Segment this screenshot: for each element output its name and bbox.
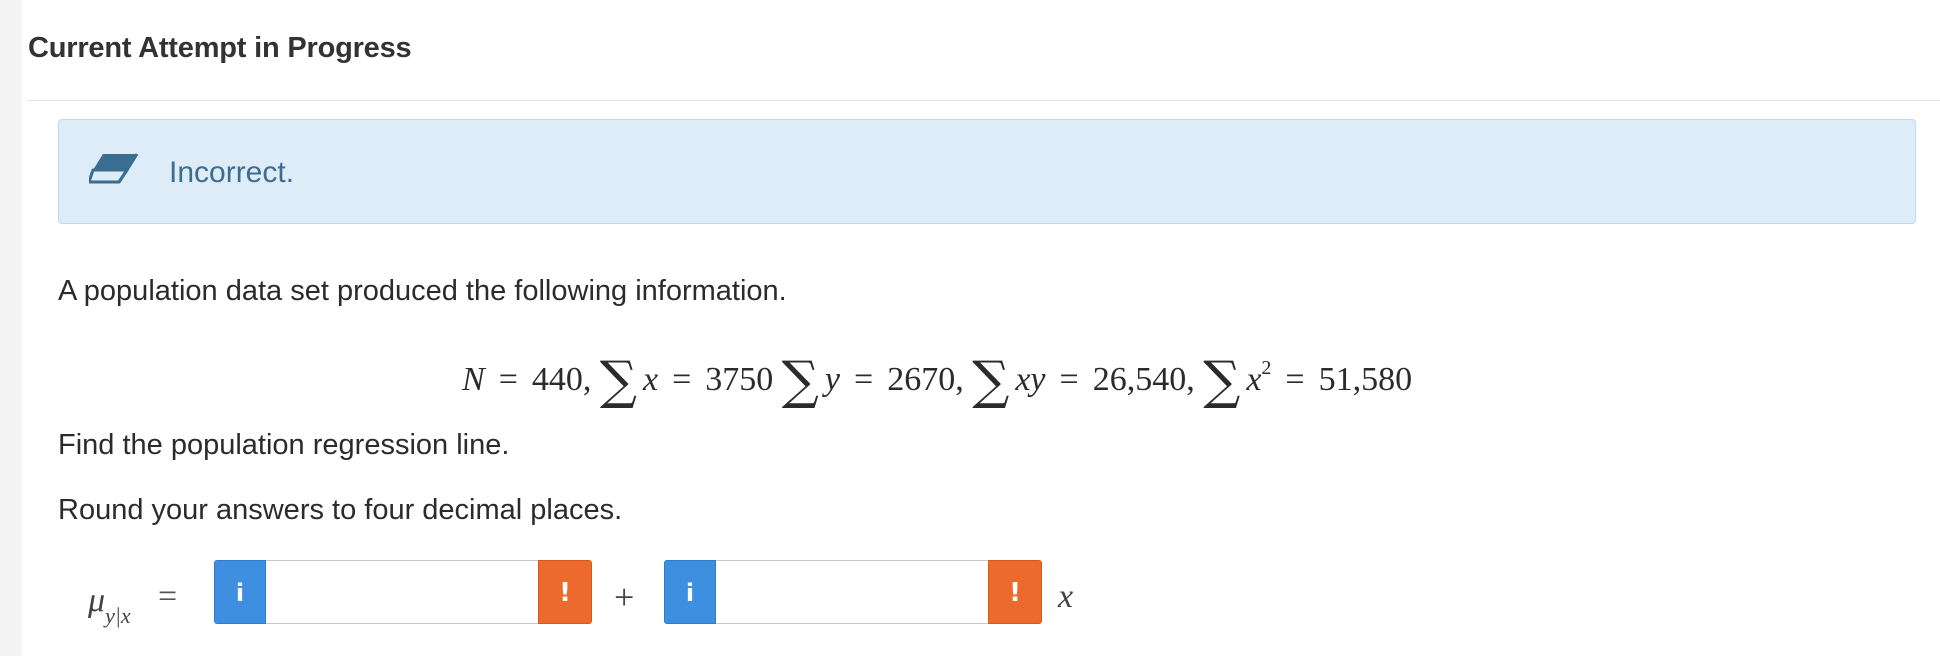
equals-sign: = [1059, 361, 1079, 398]
left-margin-strip [0, 0, 22, 656]
intercept-info-button[interactable]: i [214, 560, 266, 624]
slope-warning-button[interactable]: ! [988, 560, 1042, 624]
equals-sign: = [854, 361, 874, 398]
sigma-symbol: ∑ [781, 351, 819, 411]
header-divider [28, 100, 1940, 101]
question-page: Current Attempt in Progress Incorrect. A… [28, 0, 1940, 656]
rounding-instruction: Round your answers to four decimal place… [58, 494, 623, 526]
regression-answer-row: μy|x = i ! + i ! x [58, 560, 1158, 628]
question-intro: A population data set produced the follo… [58, 275, 787, 307]
sum-y-value: 2670, [887, 361, 964, 398]
attempt-header: Current Attempt in Progress [28, 32, 412, 64]
summary-statistics-formula: N = 440, ∑ x = 3750 ∑ y = 2670, ∑ xy = 26,540, ∑ x2 =… [462, 343, 1413, 411]
sum-y-variable: y [824, 361, 840, 398]
mu-subscript: y|x [105, 602, 131, 628]
mu-y-given-x-label: μy|x [88, 582, 131, 628]
slope-info-button[interactable]: i [664, 560, 716, 624]
slope-input[interactable] [716, 560, 988, 624]
eraser-icon [89, 153, 139, 184]
sum-x2-variable: x [1246, 361, 1262, 398]
equals-sign: = [498, 361, 518, 398]
intercept-input[interactable] [266, 560, 538, 624]
sum-x-value: 3750 [705, 361, 774, 398]
intercept-warning-button[interactable]: ! [538, 560, 592, 624]
question-task: Find the population regression line. [58, 429, 510, 461]
sum-x2-exponent: 2 [1261, 356, 1272, 379]
sum-xy-value: 26,540, [1092, 361, 1195, 398]
equals-sign: = [672, 361, 692, 398]
sum-x-variable: x [643, 361, 659, 398]
feedback-status-text: Incorrect. [169, 156, 295, 189]
equals-sign: = [1285, 361, 1305, 398]
sum-x2-value: 51,580 [1318, 361, 1413, 398]
sigma-symbol: ∑ [972, 351, 1010, 411]
n-value: 440, [531, 361, 592, 398]
mu-symbol: μ [88, 582, 106, 619]
sum-xy-variable: xy [1015, 361, 1046, 398]
sigma-symbol: ∑ [1203, 351, 1241, 411]
sigma-symbol: ∑ [599, 351, 637, 411]
x-variable: x [1058, 578, 1074, 615]
feedback-alert: Incorrect. [58, 119, 1916, 224]
answer-equals-sign: = [158, 578, 178, 615]
plus-sign: + [614, 577, 635, 617]
n-symbol: N [462, 361, 485, 398]
